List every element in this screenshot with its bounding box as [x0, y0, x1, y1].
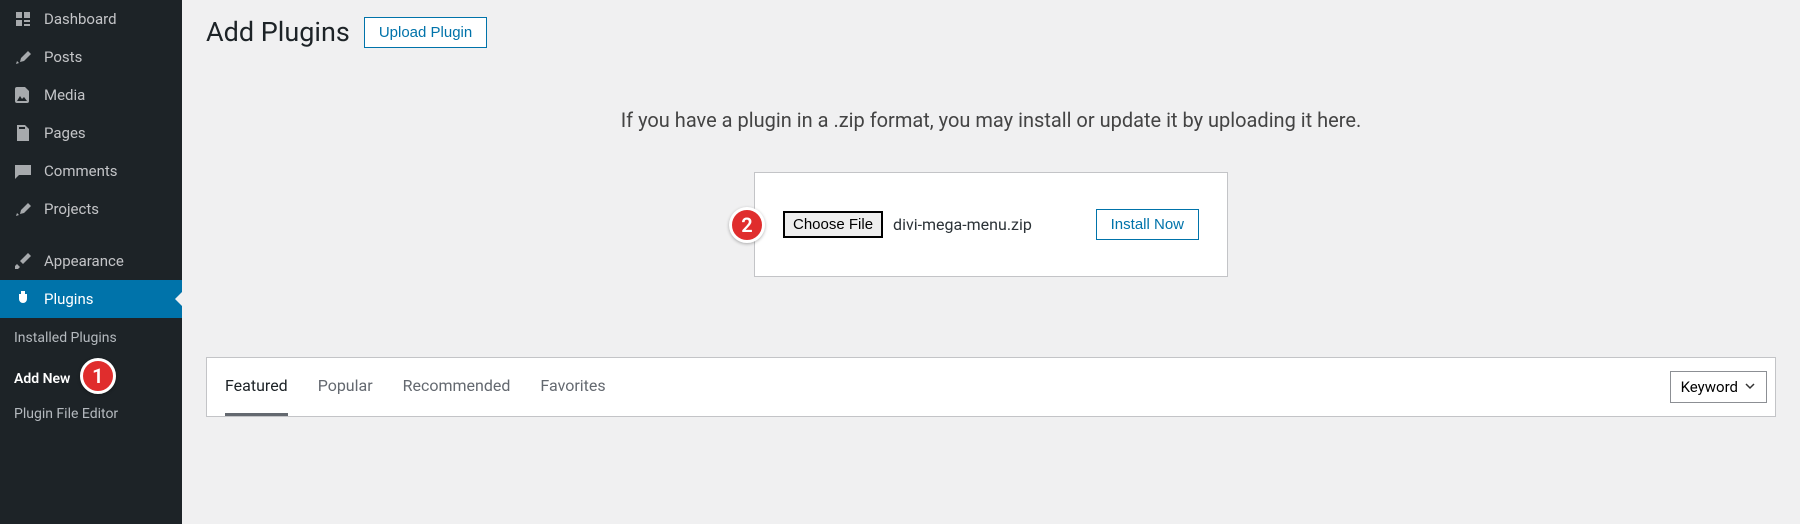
upload-plugin-button[interactable]: Upload Plugin [364, 17, 487, 48]
tab-favorites[interactable]: Favorites [540, 358, 605, 416]
sidebar-label: Pages [44, 124, 86, 142]
sidebar-label: Appearance [44, 252, 124, 270]
tab-featured[interactable]: Featured [225, 358, 288, 416]
filter-tabs: Featured Popular Recommended Favorites [225, 358, 606, 416]
sidebar-label: Projects [44, 200, 99, 218]
pin-icon [12, 199, 34, 219]
sidebar-item-comments[interactable]: Comments [0, 152, 182, 190]
pages-icon [12, 123, 34, 143]
admin-sidebar: Dashboard Posts Media Pages Comments Pro… [0, 0, 182, 524]
install-now-button[interactable]: Install Now [1096, 209, 1199, 240]
sidebar-label: Plugins [44, 290, 93, 308]
submenu-label: Add New [14, 371, 70, 387]
sidebar-item-pages[interactable]: Pages [0, 114, 182, 152]
page-header: Add Plugins Upload Plugin [206, 16, 1776, 48]
page-title: Add Plugins [206, 16, 350, 48]
plug-icon [12, 289, 34, 309]
sidebar-label: Dashboard [44, 10, 117, 28]
sidebar-item-media[interactable]: Media [0, 76, 182, 114]
submenu-add-new[interactable]: Add New 1 [0, 352, 182, 400]
sidebar-item-appearance[interactable]: Appearance [0, 242, 182, 280]
upload-form: 2 Choose File divi-mega-menu.zip Install… [754, 172, 1228, 277]
upload-instructions: If you have a plugin in a .zip format, y… [206, 108, 1776, 132]
tab-popular[interactable]: Popular [318, 358, 373, 416]
sidebar-label: Comments [44, 162, 118, 180]
submenu-installed-plugins[interactable]: Installed Plugins [0, 324, 182, 352]
main-content: Add Plugins Upload Plugin If you have a … [182, 0, 1800, 524]
annotation-step-2: 2 [729, 207, 765, 243]
search-filter-select[interactable]: Keyword [1670, 371, 1767, 403]
submenu-plugin-file-editor[interactable]: Plugin File Editor [0, 400, 182, 428]
sidebar-item-projects[interactable]: Projects [0, 190, 182, 228]
tab-recommended[interactable]: Recommended [403, 358, 511, 416]
selected-file-name: divi-mega-menu.zip [893, 215, 1032, 234]
media-icon [12, 85, 34, 105]
plugin-filter-bar: Featured Popular Recommended Favorites K… [206, 357, 1776, 417]
comments-icon [12, 161, 34, 181]
search-filter-label: Keyword [1681, 378, 1738, 396]
annotation-step-1: 1 [80, 358, 116, 394]
sidebar-item-plugins[interactable]: Plugins [0, 280, 182, 318]
file-picker-group: Choose File divi-mega-menu.zip [783, 211, 1032, 238]
plugins-submenu: Installed Plugins Add New 1 Plugin File … [0, 318, 182, 438]
chevron-down-icon [1744, 378, 1756, 396]
dashboard-icon [12, 9, 34, 29]
sidebar-label: Media [44, 86, 85, 104]
pin-icon [12, 47, 34, 67]
choose-file-button[interactable]: Choose File [783, 211, 883, 238]
sidebar-item-posts[interactable]: Posts [0, 38, 182, 76]
sidebar-label: Posts [44, 48, 82, 66]
brush-icon [12, 251, 34, 271]
sidebar-item-dashboard[interactable]: Dashboard [0, 0, 182, 38]
